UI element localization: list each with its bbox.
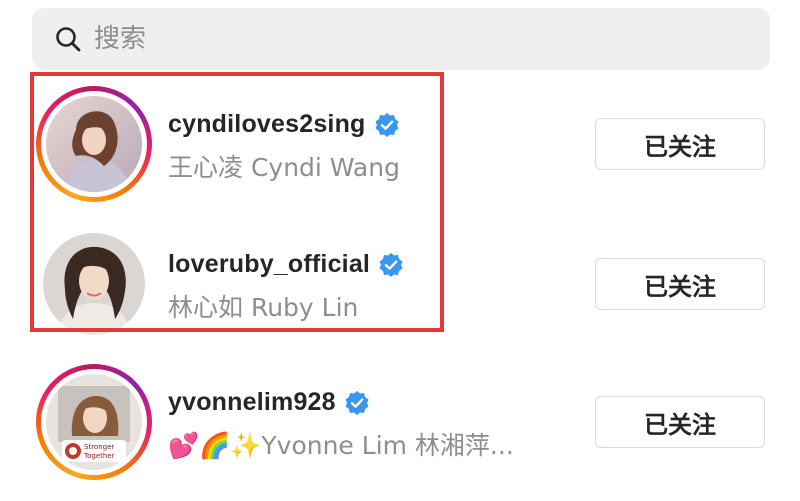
username[interactable]: cyndiloves2sing (168, 110, 366, 139)
full-name: 王心凌 Cyndi Wang (168, 153, 400, 182)
following-list-page: cyndiloves2sing 王心凌 Cyndi Wang 已关注 (0, 0, 800, 501)
avatar (43, 233, 145, 335)
list-item[interactable]: cyndiloves2sing 王心凌 Cyndi Wang 已关注 (30, 86, 780, 216)
search-icon (54, 25, 82, 53)
avatar-story-ring[interactable]: Stronger Together (36, 364, 152, 480)
search-bar[interactable] (32, 8, 770, 70)
verified-badge-icon (374, 112, 400, 138)
following-button[interactable]: 已关注 (595, 118, 765, 170)
full-name: 💕🌈✨Yvonne Lim 林湘萍... (168, 431, 514, 460)
full-name: 林心如 Ruby Lin (168, 293, 359, 322)
avatar-badge-text-1: Stronger (84, 443, 114, 451)
username[interactable]: yvonnelim928 (168, 388, 336, 417)
avatar-story-ring[interactable] (36, 86, 152, 202)
avatar: Stronger Together (46, 374, 142, 470)
avatar-wrap[interactable] (36, 226, 152, 342)
list-item[interactable]: Stronger Together yvonnelim928 💕🌈✨Yvonne… (30, 364, 780, 494)
list-item[interactable]: loveruby_official 林心如 Ruby Lin 已关注 (30, 226, 780, 356)
avatar-badge-text-2: Together (83, 452, 115, 460)
verified-badge-icon (378, 252, 404, 278)
search-input[interactable] (94, 24, 734, 54)
avatar (46, 96, 142, 192)
verified-badge-icon (344, 390, 370, 416)
username[interactable]: loveruby_official (168, 250, 370, 279)
following-button[interactable]: 已关注 (595, 258, 765, 310)
following-button[interactable]: 已关注 (595, 396, 765, 448)
